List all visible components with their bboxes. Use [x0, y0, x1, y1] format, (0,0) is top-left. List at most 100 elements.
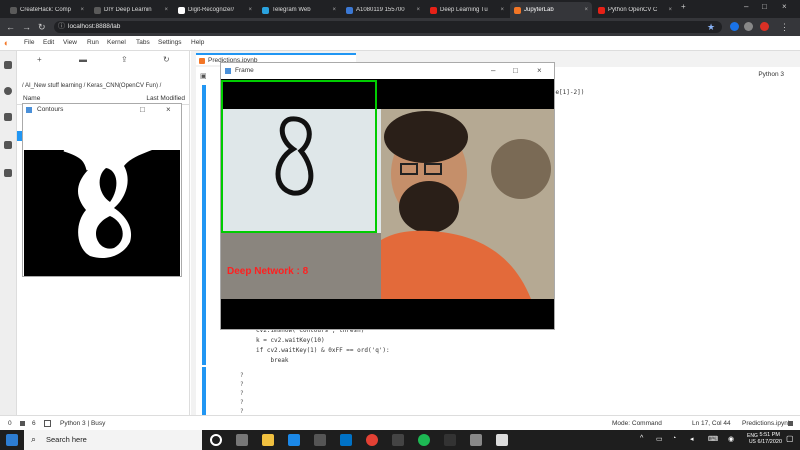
maximize-icon[interactable]: □ [762, 2, 767, 11]
tab-favicon-icon [10, 6, 17, 14]
close-window-icon[interactable]: × [782, 2, 787, 11]
minimize-icon[interactable]: – [491, 63, 495, 79]
tab-title: DIY Deep Learnin [104, 7, 152, 13]
close-tab-icon[interactable]: × [164, 7, 168, 13]
menu-kernel[interactable]: Kernel [107, 39, 126, 46]
browser-tab[interactable]: Telegram Web × [258, 2, 340, 18]
close-tab-icon[interactable]: × [80, 7, 84, 13]
tab-favicon-icon [346, 6, 353, 14]
new-folder-icon[interactable]: ▬ [79, 55, 87, 64]
browser-tab[interactable]: DIY Deep Learnin × [90, 2, 172, 18]
mail-icon[interactable] [340, 434, 352, 446]
close-tab-icon[interactable]: × [416, 7, 420, 13]
status-count[interactable]: 0 [8, 420, 12, 427]
upload-icon[interactable]: ⇪ [121, 55, 128, 64]
kernel-indicator[interactable]: Python 3 [758, 71, 784, 78]
minimize-icon[interactable]: – [744, 2, 748, 11]
column-name[interactable]: Name [23, 95, 40, 102]
tray-chevron-icon[interactable]: ^ [640, 435, 643, 442]
clock[interactable]: 5:51 PM 6/17/2020 [758, 432, 782, 446]
forward-icon[interactable]: → [22, 22, 31, 32]
menu-edit[interactable]: Edit [43, 39, 54, 46]
menu-run[interactable]: Run [87, 39, 99, 46]
reload-icon[interactable]: ↻ [38, 22, 46, 32]
battery-icon[interactable]: ▭ [656, 435, 663, 443]
close-icon[interactable]: × [166, 104, 171, 116]
kernel-status[interactable]: Python 3 | Busy [60, 420, 105, 427]
new-tab-button[interactable]: + [681, 2, 686, 11]
frame-window[interactable]: Frame – □ × Deep Network : 8 [220, 62, 555, 330]
extension-icon[interactable] [744, 22, 753, 31]
maximize-icon[interactable]: □ [513, 63, 518, 79]
edge-icon[interactable] [288, 434, 300, 446]
close-tab-icon[interactable]: × [332, 7, 336, 13]
menu-file[interactable]: File [24, 39, 34, 46]
network-icon[interactable]: ◔ [672, 435, 676, 442]
breadcrumb[interactable]: / AI_New stuff learning / Keras_CNN(Open… [22, 83, 161, 89]
cortana-icon[interactable] [210, 434, 222, 446]
menu-view[interactable]: View [63, 39, 77, 46]
notification-icon[interactable] [788, 421, 793, 426]
photos-icon[interactable] [470, 434, 482, 446]
status-count[interactable]: 6 [32, 420, 36, 427]
save-icon[interactable]: ▣ [200, 72, 207, 80]
palette-icon[interactable] [4, 113, 12, 121]
menu-help[interactable]: Help [191, 39, 204, 46]
search-placeholder: Search here [46, 435, 87, 444]
language-indicator[interactable]: ENG US [747, 433, 758, 445]
folder-icon[interactable] [4, 61, 12, 69]
windows-start-icon[interactable] [6, 434, 18, 446]
browser-tab-strip: CreateHack: Comp × DIY Deep Learnin × Digit-… [0, 0, 800, 18]
window-title: Contours [37, 106, 64, 113]
close-tab-icon[interactable]: × [248, 7, 252, 13]
browser-tab[interactable]: JupyterLab × [510, 2, 592, 18]
document-icon[interactable] [496, 434, 508, 446]
keyboard-icon[interactable]: ⌨ [708, 435, 718, 443]
browser-tab[interactable]: Digit-Recognizer/ × [174, 2, 256, 18]
column-last-modified[interactable]: Last Modified [146, 95, 185, 102]
file-explorer-icon[interactable] [262, 434, 274, 446]
contours-titlebar[interactable]: Contours □ × [23, 104, 181, 116]
output-line: ? [240, 381, 244, 388]
chrome-icon[interactable] [366, 434, 378, 446]
site-info-icon[interactable]: ⓘ [58, 21, 65, 33]
tabs-icon[interactable] [4, 169, 12, 177]
bookmark-star-icon[interactable]: ★ [707, 22, 715, 32]
address-bar[interactable]: ⓘ localhost:8888/lab [54, 21, 722, 33]
app-icon[interactable] [392, 434, 404, 446]
menu-icon[interactable]: ⋮ [780, 22, 789, 32]
extension-icon[interactable] [730, 22, 739, 31]
action-center-icon[interactable]: ▢ [786, 434, 794, 443]
spotify-icon[interactable] [418, 434, 430, 446]
close-tab-icon[interactable]: × [668, 7, 672, 13]
browser-tab[interactable]: A1080119 155700 × [342, 2, 424, 18]
cursor-position[interactable]: Ln 17, Col 44 [692, 420, 731, 427]
wrench-icon[interactable] [4, 141, 12, 149]
new-launcher-icon[interactable]: + [37, 55, 42, 64]
browser-tab[interactable]: Deep Learning Tu × [426, 2, 508, 18]
back-icon[interactable]: ← [6, 22, 15, 32]
notification-tray-icon[interactable]: ◉ [728, 435, 734, 443]
close-tab-icon[interactable]: × [584, 7, 588, 13]
close-tab-icon[interactable]: × [500, 7, 504, 13]
menu-tabs[interactable]: Tabs [136, 39, 150, 46]
store-icon[interactable] [314, 434, 326, 446]
browser-tab[interactable]: CreateHack: Comp × [6, 2, 88, 18]
contours-window[interactable]: Contours □ × [22, 103, 182, 277]
refresh-icon[interactable]: ↻ [163, 55, 170, 64]
close-icon[interactable]: × [537, 63, 542, 79]
tab-title: Deep Learning Tu [440, 7, 488, 13]
status-bar: 0 6 Python 3 | Busy Mode: Command Ln 17,… [0, 415, 800, 431]
volume-icon[interactable]: ◂ [690, 435, 694, 443]
maximize-icon[interactable]: □ [140, 104, 145, 116]
tab-title: A1080119 155700 [356, 7, 405, 13]
frame-titlebar[interactable]: Frame – □ × [221, 63, 554, 79]
avatar[interactable] [760, 22, 769, 31]
mode-indicator[interactable]: Mode: Command [612, 420, 662, 427]
running-icon[interactable] [4, 87, 12, 95]
task-view-icon[interactable] [236, 434, 248, 446]
menu-settings[interactable]: Settings [158, 39, 182, 46]
terminal-icon[interactable] [444, 434, 456, 446]
taskbar-search[interactable]: ⌕ Search here [24, 430, 202, 450]
browser-tab[interactable]: Python OpenCV C × [594, 2, 676, 18]
